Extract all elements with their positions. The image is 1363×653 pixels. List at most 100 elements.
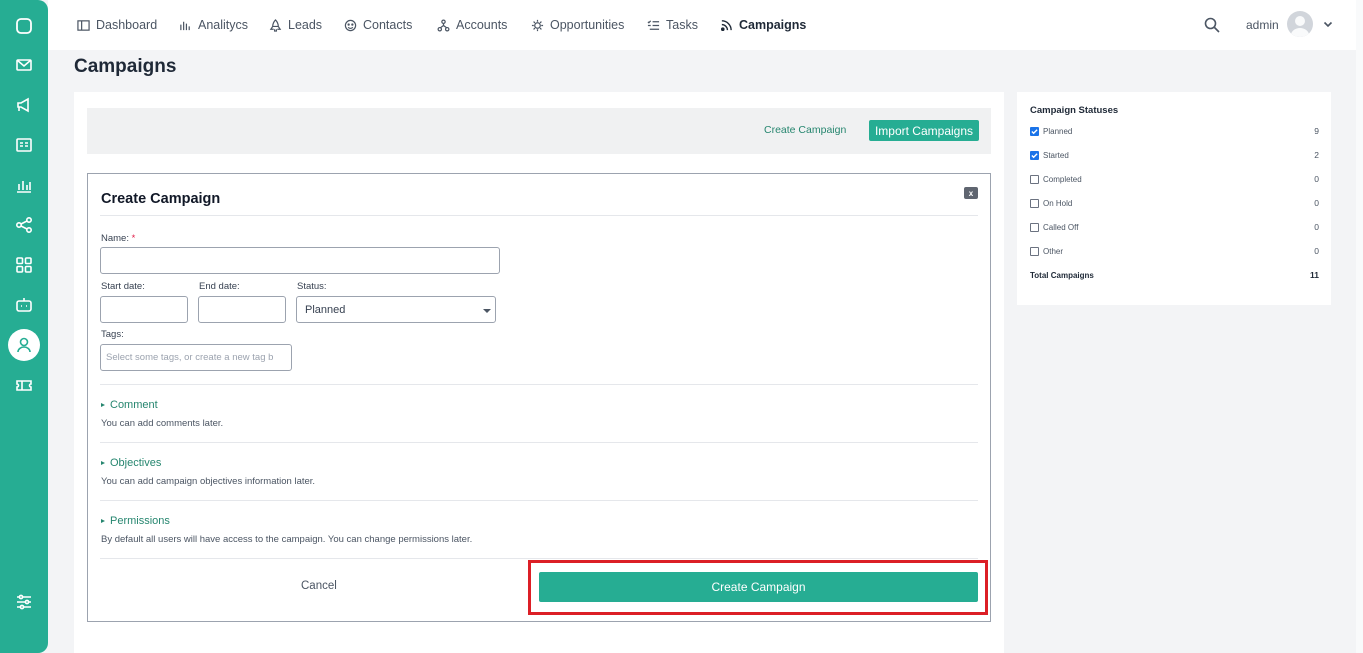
top-navbar: Dashboard Analitycs Leads Contacts Accou… bbox=[48, 0, 1363, 50]
megaphone-icon[interactable] bbox=[8, 89, 40, 121]
total-campaigns-row: Total Campaigns 11 bbox=[1030, 269, 1319, 281]
opportunities-icon bbox=[531, 19, 544, 31]
nav-tasks[interactable]: Tasks bbox=[647, 16, 698, 34]
tags-label: Tags: bbox=[101, 329, 124, 340]
avatar[interactable] bbox=[1287, 11, 1313, 37]
share-icon[interactable] bbox=[8, 209, 40, 241]
total-count: 11 bbox=[1310, 270, 1319, 280]
nav-label: Accounts bbox=[456, 18, 508, 32]
accounts-icon bbox=[437, 19, 450, 31]
section-description: By default all users will have access to… bbox=[101, 534, 473, 545]
chart-icon[interactable] bbox=[8, 169, 40, 201]
divider bbox=[100, 215, 978, 216]
nav-contacts[interactable]: Contacts bbox=[344, 16, 412, 34]
expand-triangle-icon bbox=[101, 519, 105, 523]
tags-input[interactable]: Select some tags, or create a new tag b bbox=[100, 344, 292, 371]
start-date-input[interactable] bbox=[100, 296, 188, 323]
status-row-called-off[interactable]: Called Off 0 bbox=[1030, 221, 1319, 233]
nav-leads[interactable]: Leads bbox=[269, 16, 322, 34]
nav-analytics[interactable]: Analitycs bbox=[179, 16, 248, 34]
name-label: Name: * bbox=[101, 233, 136, 244]
status-label: Completed bbox=[1043, 174, 1082, 184]
permissions-section-toggle[interactable]: Permissions bbox=[101, 515, 170, 527]
nav-label: Leads bbox=[288, 18, 323, 32]
search-icon[interactable] bbox=[1203, 16, 1221, 34]
robot-icon[interactable] bbox=[8, 289, 40, 321]
status-select-value: Planned bbox=[305, 303, 346, 316]
import-campaigns-button[interactable]: Import Campaigns bbox=[869, 120, 979, 141]
nav-dashboard[interactable]: Dashboard bbox=[77, 16, 157, 34]
divider bbox=[100, 500, 978, 501]
sidebar bbox=[0, 0, 48, 653]
objectives-section-toggle[interactable]: Objectives bbox=[101, 457, 161, 469]
cancel-button[interactable]: Cancel bbox=[301, 580, 337, 592]
ticket-icon[interactable] bbox=[8, 369, 40, 401]
status-label: On Hold bbox=[1043, 198, 1073, 208]
required-marker: * bbox=[131, 233, 136, 244]
status-row-completed[interactable]: Completed 0 bbox=[1030, 173, 1319, 185]
create-campaign-link[interactable]: Create Campaign bbox=[764, 124, 846, 136]
status-count: 0 bbox=[1314, 246, 1319, 256]
checkbox-checked[interactable] bbox=[1030, 150, 1039, 160]
expand-triangle-icon bbox=[101, 403, 105, 407]
status-row-on-hold[interactable]: On Hold 0 bbox=[1030, 197, 1319, 209]
mail-icon[interactable] bbox=[8, 49, 40, 81]
status-count: 0 bbox=[1314, 198, 1319, 208]
status-row-planned[interactable]: Planned 9 bbox=[1030, 125, 1319, 137]
start-date-label: Start date: bbox=[101, 281, 145, 292]
nav-campaigns[interactable]: Campaigns bbox=[720, 16, 806, 34]
section-description: You can add campaign objectives informat… bbox=[101, 476, 316, 487]
page-title: Campaigns bbox=[74, 56, 177, 77]
campaign-statuses-panel: Campaign Statuses Planned 9 Started 2 Co… bbox=[1017, 92, 1331, 305]
status-row-other[interactable]: Other 0 bbox=[1030, 245, 1319, 257]
status-count: 0 bbox=[1314, 174, 1319, 184]
end-date-label: End date: bbox=[199, 281, 240, 292]
create-campaign-button[interactable]: Create Campaign bbox=[539, 572, 978, 602]
nav-label: Tasks bbox=[666, 18, 698, 32]
status-count: 2 bbox=[1314, 150, 1319, 160]
nav-accounts[interactable]: Accounts bbox=[437, 16, 507, 34]
page-scrollbar[interactable] bbox=[1356, 0, 1363, 653]
section-title: Comment bbox=[110, 399, 158, 411]
status-select[interactable]: Planned bbox=[296, 296, 496, 323]
user-name[interactable]: admin bbox=[1246, 18, 1279, 32]
nav-label: Contacts bbox=[363, 18, 413, 32]
nav-opportunities[interactable]: Opportunities bbox=[531, 16, 624, 34]
user-icon[interactable] bbox=[8, 329, 40, 361]
expand-triangle-icon bbox=[101, 461, 105, 465]
create-campaign-form: Create Campaign x Name: * Start date: En… bbox=[87, 173, 991, 622]
status-count: 9 bbox=[1314, 126, 1319, 136]
campaigns-icon bbox=[720, 19, 732, 31]
settings-sliders-icon[interactable] bbox=[8, 586, 40, 618]
end-date-input[interactable] bbox=[198, 296, 286, 323]
divider bbox=[100, 442, 978, 443]
status-label: Started bbox=[1043, 150, 1069, 160]
comment-section-toggle[interactable]: Comment bbox=[101, 399, 158, 411]
nav-label: Analitycs bbox=[198, 18, 249, 32]
chevron-down-icon[interactable] bbox=[1322, 18, 1334, 30]
status-label: Called Off bbox=[1043, 222, 1079, 232]
id-card-icon[interactable] bbox=[8, 129, 40, 161]
analytics-icon bbox=[180, 21, 190, 30]
checkbox-checked[interactable] bbox=[1030, 126, 1039, 136]
checkbox[interactable] bbox=[1030, 198, 1039, 208]
divider bbox=[100, 384, 978, 385]
checkbox[interactable] bbox=[1030, 246, 1039, 256]
dashboard-icon bbox=[77, 19, 90, 31]
form-title: Create Campaign bbox=[101, 191, 221, 207]
section-title: Permissions bbox=[110, 515, 170, 527]
status-count: 0 bbox=[1314, 222, 1319, 232]
close-form-button[interactable]: x bbox=[964, 187, 978, 199]
chat-icon[interactable] bbox=[8, 10, 40, 42]
status-label: Status: bbox=[297, 281, 327, 292]
apps-grid-icon[interactable] bbox=[8, 249, 40, 281]
status-row-started[interactable]: Started 2 bbox=[1030, 149, 1319, 161]
name-input[interactable] bbox=[100, 247, 500, 274]
divider bbox=[100, 558, 978, 559]
nav-label: Dashboard bbox=[96, 18, 158, 32]
checkbox[interactable] bbox=[1030, 222, 1039, 232]
panel-title: Campaign Statuses bbox=[1030, 105, 1119, 116]
campaigns-main-card: Create Campaign Import Campaigns Create … bbox=[74, 92, 1004, 653]
checkbox[interactable] bbox=[1030, 174, 1039, 184]
campaigns-toolbar: Create Campaign Import Campaigns bbox=[87, 108, 991, 154]
